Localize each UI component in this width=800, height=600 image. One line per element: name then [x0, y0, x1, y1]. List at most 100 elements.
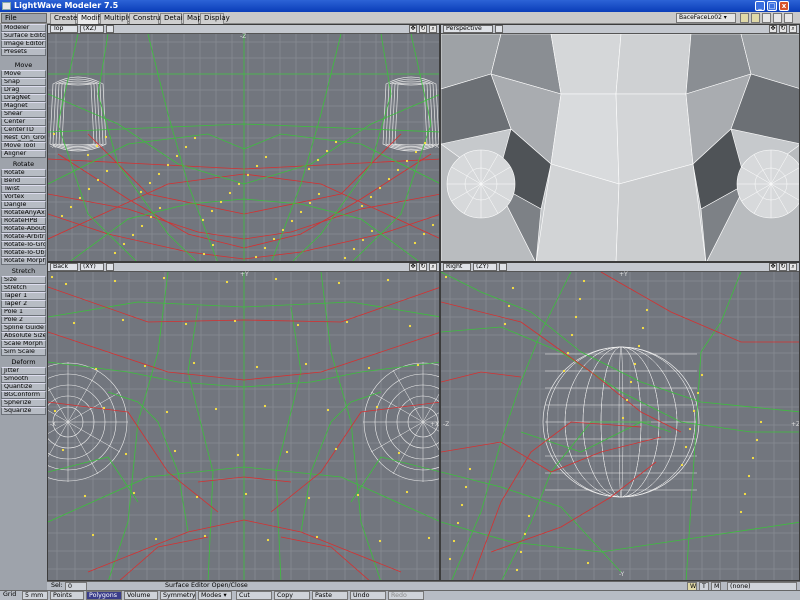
tab-construct[interactable]: Construct: [129, 13, 167, 24]
zoom-icon[interactable]: ⌕: [789, 25, 797, 33]
sidebar-item-magnet[interactable]: Magnet: [1, 102, 46, 110]
sidebar-item-rotate-morph[interactable]: Rotate Morph: [1, 257, 46, 265]
viewport-back[interactable]: Back (XY) ✥ ↻ ⌕ +Y +X -X: [47, 262, 440, 581]
zoom-icon[interactable]: ⌕: [429, 25, 437, 33]
move-icon[interactable]: ✥: [769, 263, 777, 271]
sidebar-item-squarize[interactable]: Squarize: [1, 407, 46, 415]
sidebar-item-sim-scale[interactable]: Sim Scale: [1, 348, 46, 356]
sidebar-item-move[interactable]: Move: [1, 70, 46, 78]
rotate-icon[interactable]: ↻: [779, 25, 787, 33]
viewport-perspective[interactable]: Perspective ✥ ↻ ⌕: [440, 24, 800, 262]
sidebar-item-jitter[interactable]: Jitter: [1, 367, 46, 375]
tab-map[interactable]: Map: [183, 13, 202, 24]
rotate-icon[interactable]: ↻: [419, 263, 427, 271]
sidebar-item-smooth[interactable]: Smooth: [1, 375, 46, 383]
move-icon[interactable]: ✥: [409, 263, 417, 271]
sidebar-item-rotate-to-grou[interactable]: Rotate-To-Grou: [1, 241, 46, 249]
sidebar-item-centertd[interactable]: CenterTD: [1, 126, 46, 134]
mode-volume[interactable]: Volume: [124, 591, 158, 600]
sidebar-item-presets[interactable]: Presets: [1, 48, 46, 56]
paste-button[interactable]: Paste: [312, 591, 348, 600]
sidebar-item-snap[interactable]: Snap: [1, 78, 46, 86]
layer-button-5[interactable]: [784, 13, 793, 23]
sidebar-item-scale-morph[interactable]: Scale Morph: [1, 340, 46, 348]
sidebar-item-absolute-size[interactable]: Absolute Size: [1, 332, 46, 340]
tab-detail[interactable]: Detail: [160, 13, 185, 24]
symmetry-button[interactable]: Symmetry: [160, 591, 196, 600]
sidebar-item-bgconform[interactable]: BGConform: [1, 391, 46, 399]
mesh-red-lines: [441, 272, 799, 580]
cut-button[interactable]: Cut: [236, 591, 272, 600]
tab-multiply[interactable]: Multiply: [100, 13, 132, 24]
move-icon[interactable]: ✥: [769, 25, 777, 33]
viewport-top[interactable]: Top (XZ) ✥ ↻ ⌕ -Z +X -X: [47, 24, 440, 262]
sidebar-item-size[interactable]: Size: [1, 276, 46, 284]
view-axes-label[interactable]: (XZ): [80, 25, 104, 33]
rotate-icon[interactable]: ↻: [419, 25, 427, 33]
file-menu[interactable]: File: [1, 13, 47, 23]
copy-button[interactable]: Copy: [274, 591, 310, 600]
render-mode-dropdown[interactable]: [499, 263, 507, 271]
layer-button-3[interactable]: [762, 13, 771, 23]
sidebar-item-rotate-about-[interactable]: Rotate-About-: [1, 225, 46, 233]
viewport-right[interactable]: Right (ZY) ✥ ↻ ⌕ +Y +Z -Z -Y: [440, 262, 800, 581]
sidebar-item-rotate-arbitrar[interactable]: Rotate-Arbitrar: [1, 233, 46, 241]
tab-modify[interactable]: Modify: [77, 13, 104, 24]
maximize-icon[interactable]: □: [767, 1, 777, 11]
sidebar-item-dragnet[interactable]: DragNet: [1, 94, 46, 102]
mode-polygons[interactable]: Polygons: [86, 591, 122, 600]
layer-button-4[interactable]: [773, 13, 782, 23]
sidebar-item-move-tool[interactable]: Move Tool: [1, 142, 46, 150]
view-axes-label[interactable]: (XY): [80, 263, 104, 271]
sidebar-item-center[interactable]: Center: [1, 118, 46, 126]
sidebar-item-aligner[interactable]: Aligner: [1, 150, 46, 158]
undo-button[interactable]: Undo: [350, 591, 386, 600]
tab-create[interactable]: Create: [50, 13, 77, 24]
sidebar-item-vortex[interactable]: Vortex: [1, 193, 46, 201]
render-mode-dropdown[interactable]: [495, 25, 503, 33]
view-type-dropdown[interactable]: Right: [443, 263, 471, 271]
rotate-icon[interactable]: ↻: [779, 263, 787, 271]
layer-button-1[interactable]: [740, 13, 749, 23]
sidebar-item-rest-on-ground[interactable]: Rest_On_Ground: [1, 134, 46, 142]
sidebar-item-pole-1[interactable]: Pole 1: [1, 308, 46, 316]
layer-select[interactable]: BaceFaceLo02 ▾: [676, 13, 736, 23]
sidebar-item-dangle[interactable]: Dangle: [1, 201, 46, 209]
view-type-dropdown[interactable]: Top: [50, 25, 78, 33]
render-mode-dropdown[interactable]: [106, 25, 114, 33]
close-icon[interactable]: x: [779, 1, 789, 11]
zoom-icon[interactable]: ⌕: [789, 263, 797, 271]
tab-display[interactable]: Display: [200, 13, 230, 24]
modes-dropdown[interactable]: Modes ▾: [198, 591, 232, 600]
sidebar-item-taper-1[interactable]: Taper 1: [1, 292, 46, 300]
sidebar-item-quantize[interactable]: Quantize: [1, 383, 46, 391]
sidebar-item-spherize[interactable]: Spherize: [1, 399, 46, 407]
view-type-dropdown[interactable]: Perspective: [443, 25, 493, 33]
sidebar-item-image-editor[interactable]: Image Editor: [1, 40, 46, 48]
sidebar-item-modeler[interactable]: Modeler: [1, 24, 46, 32]
sidebar-item-spline-guide[interactable]: Spline Guide: [1, 324, 46, 332]
sidebar-item-rotate-to-obje[interactable]: Rotate-To-Obje: [1, 249, 46, 257]
redo-button[interactable]: Redo: [388, 591, 424, 600]
sidebar-item-drag[interactable]: Drag: [1, 86, 46, 94]
render-mode-dropdown[interactable]: [106, 263, 114, 271]
layer-button-2[interactable]: [751, 13, 760, 23]
view-axes-label[interactable]: (ZY): [473, 263, 497, 271]
sidebar-item-surface-editor[interactable]: Surface Editor: [1, 32, 46, 40]
sidebar-item-twist[interactable]: Twist: [1, 185, 46, 193]
sidebar-item-rotate[interactable]: Rotate: [1, 169, 46, 177]
sidebar-item-stretch[interactable]: Stretch: [1, 284, 46, 292]
sidebar-item-pole-2[interactable]: Pole 2: [1, 316, 46, 324]
sidebar-item-taper-2[interactable]: Taper 2: [1, 300, 46, 308]
sidebar-item-shear[interactable]: Shear: [1, 110, 46, 118]
top-view-canvas: [48, 34, 439, 261]
sidebar-item-rotateanyaxis[interactable]: RotateAnyAxis: [1, 209, 46, 217]
sidebar-item-rotatehpb[interactable]: RotateHPB: [1, 217, 46, 225]
minimize-icon[interactable]: _: [755, 1, 765, 11]
zoom-icon[interactable]: ⌕: [429, 263, 437, 271]
tool-sidebar: Modeler Surface Editor Image Editor Presets…: [0, 24, 47, 590]
mode-points[interactable]: Points: [50, 591, 84, 600]
sidebar-item-bend[interactable]: Bend: [1, 177, 46, 185]
move-icon[interactable]: ✥: [409, 25, 417, 33]
view-type-dropdown[interactable]: Back: [50, 263, 78, 271]
